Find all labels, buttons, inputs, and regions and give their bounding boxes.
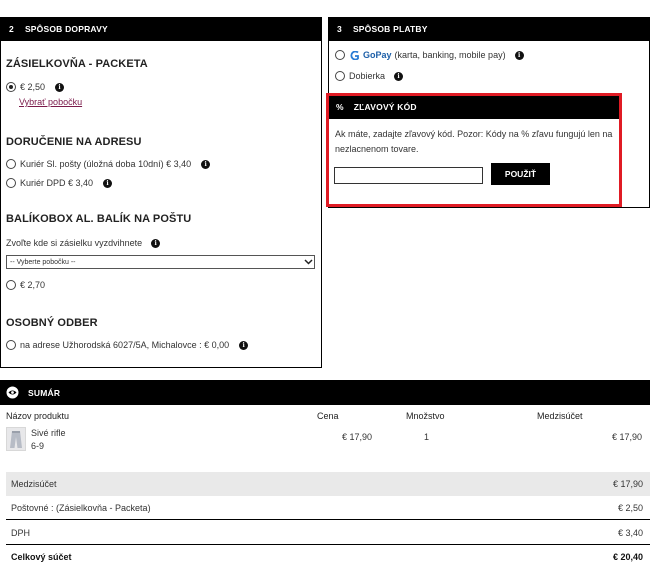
product-qty: 1 <box>424 432 430 442</box>
summary-header: SUMÁR <box>0 380 650 405</box>
vat-row: DPH € 3,40 <box>6 521 650 545</box>
cod-radio[interactable] <box>335 71 345 81</box>
dpd-radio[interactable] <box>6 178 16 188</box>
info-icon[interactable]: i <box>514 50 524 60</box>
slovak-post-option[interactable]: Kuriér Sl. pošty (úložná doba 10dní) € 3… <box>6 159 211 169</box>
pickup-label: na adrese Užhorodská 6027/5A, Michalovce… <box>20 340 230 350</box>
vat-value: € 3,40 <box>617 527 643 538</box>
chevron-down-icon <box>302 256 314 268</box>
vat-label: DPH <box>11 527 31 538</box>
packeta-price: € 2,50 <box>20 82 46 92</box>
col-price: Cena <box>317 411 339 421</box>
packeta-option[interactable]: € 2,50 i <box>6 82 65 92</box>
address-heading: DORUČENIE NA ADRESU <box>6 136 142 148</box>
balikobox-hint-text: Zvoľte kde si zásielku vyzdvihnete <box>6 238 143 248</box>
slovak-post-radio[interactable] <box>6 159 16 169</box>
pickup-radio[interactable] <box>6 340 16 350</box>
product-subtotal: € 17,90 <box>611 432 642 442</box>
info-icon[interactable]: i <box>201 159 211 169</box>
packeta-radio[interactable] <box>6 82 16 92</box>
branch-select[interactable]: -- Vyberte pobočku -- <box>6 255 315 269</box>
product-thumbnail[interactable] <box>6 427 26 451</box>
total-row: Celkový súčet € 20,40 <box>6 545 650 569</box>
gopay-radio[interactable] <box>335 50 345 60</box>
balikobox-price: € 2,70 <box>20 280 46 290</box>
discount-highlight-box <box>326 93 622 207</box>
cod-option[interactable]: Dobierka i <box>335 71 404 81</box>
col-product: Názov produktu <box>6 411 70 421</box>
gopay-brand: GoPay <box>363 50 392 60</box>
shipping-value: € 2,50 <box>617 502 643 513</box>
info-icon[interactable]: i <box>239 340 249 350</box>
product-name[interactable]: Sivé rifle <box>31 428 66 438</box>
balikobox-heading: BALÍKOBOX AL. BALÍK NA POŠTU <box>6 213 192 225</box>
eye-icon[interactable] <box>6 386 19 399</box>
subtotal-value: € 17,90 <box>612 479 643 489</box>
total-label: Celkový súčet <box>11 552 72 562</box>
total-value: € 20,40 <box>612 552 643 562</box>
balikobox-hint: Zvoľte kde si zásielku vyzdvihnete i <box>6 238 161 248</box>
gopay-logo-icon <box>349 50 360 60</box>
info-icon[interactable]: i <box>151 238 161 248</box>
subtotal-row: Medzisúčet € 17,90 <box>6 472 650 496</box>
balikobox-option[interactable]: € 2,70 <box>6 280 45 290</box>
slovak-post-label: Kuriér Sl. pošty (úložná doba 10dní) € 3… <box>20 159 192 169</box>
cod-label: Dobierka <box>349 71 386 81</box>
summary-title: SUMÁR <box>28 387 61 398</box>
packeta-heading: ZÁSIELKOVŇA - PACKETA <box>6 58 148 70</box>
col-subtotal: Medzisúčet <box>537 411 583 421</box>
info-icon[interactable]: i <box>55 82 65 92</box>
col-qty: Množstvo <box>406 411 445 421</box>
balikobox-radio[interactable] <box>6 280 16 290</box>
choose-branch-link[interactable]: Vybrať pobočku <box>19 97 82 107</box>
shipping-row: Poštovné : (Zásielkovňa - Packeta) € 2,5… <box>6 496 650 520</box>
info-icon[interactable]: i <box>394 71 404 81</box>
branch-select-value: -- Vyberte pobočku -- <box>10 258 76 266</box>
subtotal-label: Medzisúčet <box>11 479 57 489</box>
dpd-option[interactable]: Kuriér DPD € 3,40 i <box>6 178 113 188</box>
pickup-option[interactable]: na adrese Užhorodská 6027/5A, Michalovce… <box>6 340 249 350</box>
gopay-desc: (karta, banking, mobile pay) <box>394 50 506 60</box>
gopay-option[interactable]: GoPay (karta, banking, mobile pay) i <box>335 50 524 60</box>
dpd-label: Kuriér DPD € 3,40 <box>20 178 94 188</box>
pickup-heading: OSOBNÝ ODBER <box>6 317 98 329</box>
info-icon[interactable]: i <box>103 178 113 188</box>
product-price: € 17,90 <box>342 432 373 442</box>
shipping-label: Poštovné : (Zásielkovňa - Packeta) <box>11 502 151 513</box>
product-variant: 6-9 <box>31 441 45 451</box>
